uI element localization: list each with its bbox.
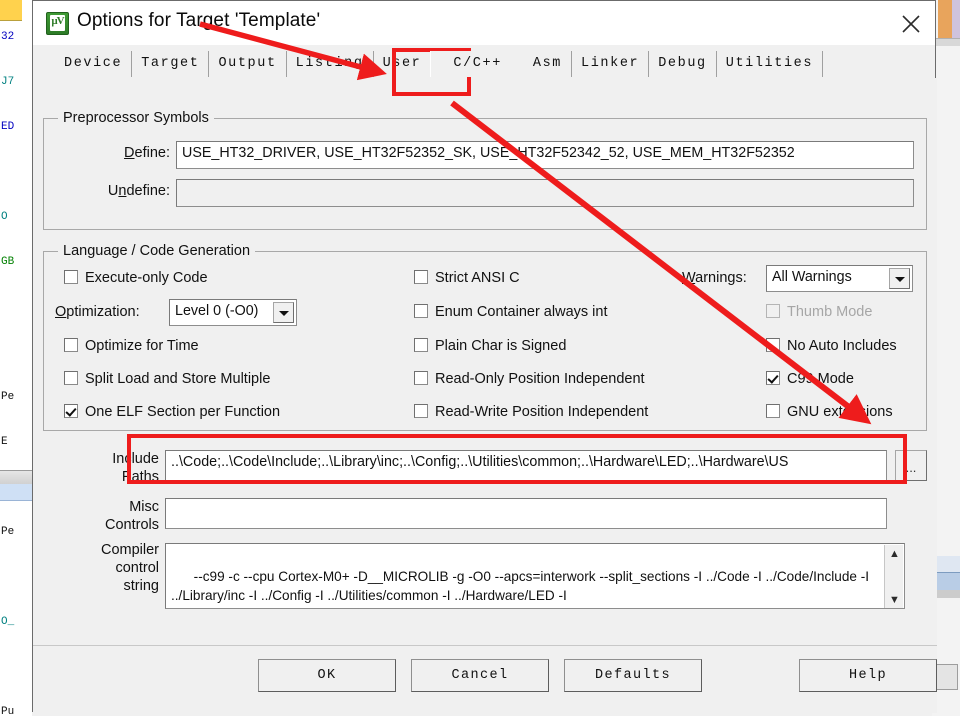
dialog-title: Options for Target 'Template' bbox=[77, 10, 321, 31]
checkbox-box bbox=[766, 338, 780, 352]
chevron-down-icon[interactable] bbox=[273, 302, 294, 323]
checkbox-read-only-position-independent[interactable]: Read-Only Position Independent bbox=[414, 371, 645, 387]
checkbox-label: No Auto Includes bbox=[787, 338, 897, 354]
tab-device[interactable]: Device bbox=[55, 51, 133, 77]
tab-user[interactable]: User bbox=[373, 51, 431, 77]
cancel-button[interactable]: Cancel bbox=[411, 659, 549, 692]
compiler-string-scrollbar[interactable]: ▲ ▼ bbox=[884, 545, 904, 608]
misc-controls-label: Misc Controls bbox=[105, 499, 159, 533]
optimization-label: Optimization: bbox=[55, 304, 140, 320]
checkbox-execute-only-code[interactable]: Execute-only Code bbox=[64, 270, 208, 286]
checkbox-label: Optimize for Time bbox=[85, 338, 199, 354]
preprocessor-symbols-group: Preprocessor Symbols Define: USE_HT32_DR… bbox=[43, 110, 927, 230]
checkbox-box bbox=[766, 371, 780, 385]
checkbox-label: C99 Mode bbox=[787, 371, 854, 387]
checkbox-label: Execute-only Code bbox=[85, 270, 208, 286]
checkbox-one-elf-section-per-function[interactable]: One ELF Section per Function bbox=[64, 404, 280, 420]
checkbox-label: GNU extensions bbox=[787, 404, 893, 420]
checkbox-strict-ansi-c[interactable]: Strict ANSI C bbox=[414, 270, 520, 286]
warnings-value: All Warnings bbox=[772, 269, 852, 285]
dialog-title-bar: µV Options for Target 'Template' bbox=[33, 1, 935, 46]
checkbox-no-auto-includes[interactable]: No Auto Includes bbox=[766, 338, 897, 354]
checkbox-label: Thumb Mode bbox=[787, 304, 873, 320]
ok-button[interactable]: OK bbox=[258, 659, 396, 692]
warnings-dropdown[interactable]: All Warnings bbox=[766, 265, 913, 292]
tab-target[interactable]: Target bbox=[132, 51, 210, 77]
checkbox-c99-mode[interactable]: C99 Mode bbox=[766, 371, 854, 387]
compiler-control-string-textarea[interactable]: --c99 -c --cpu Cortex-M0+ -D__MICROLIB -… bbox=[165, 543, 905, 609]
include-paths-browse-button[interactable]: ... bbox=[895, 450, 927, 481]
ide-toolbar-swatch-2 bbox=[952, 0, 960, 38]
preprocessor-legend: Preprocessor Symbols bbox=[58, 110, 214, 126]
define-label: Define: bbox=[124, 145, 170, 161]
help-button[interactable]: Help bbox=[799, 659, 937, 692]
checkbox-read-write-position-independent[interactable]: Read-Write Position Independent bbox=[414, 404, 648, 420]
tab-c-cpp[interactable]: C/C++ bbox=[430, 51, 524, 77]
checkbox-box bbox=[414, 304, 428, 318]
checkbox-label: Enum Container always int bbox=[435, 304, 608, 320]
tab-listing[interactable]: Listing bbox=[286, 51, 374, 77]
chevron-down-icon[interactable] bbox=[889, 268, 910, 289]
editor-selected-row bbox=[0, 484, 32, 501]
checkbox-label: Plain Char is Signed bbox=[435, 338, 567, 354]
checkbox-plain-char-is-signed[interactable]: Plain Char is Signed bbox=[414, 338, 566, 354]
warnings-label: Warnings: bbox=[682, 270, 747, 286]
code-editor-background: 32 J7 ED O GB Pe E CB Pe O_ Pu Dr Dr bbox=[0, 0, 32, 716]
compiler-control-string-value: --c99 -c --cpu Cortex-M0+ -D__MICROLIB -… bbox=[171, 569, 873, 603]
checkbox-label: One ELF Section per Function bbox=[85, 404, 281, 420]
tab-utilities[interactable]: Utilities bbox=[716, 51, 824, 77]
options-dialog: µV Options for Target 'Template' Device … bbox=[32, 0, 937, 713]
editor-tab-strip bbox=[0, 0, 22, 21]
checkbox-box bbox=[414, 371, 428, 385]
chevron-down-icon[interactable]: ▼ bbox=[885, 591, 904, 608]
ide-divider bbox=[932, 38, 960, 46]
optimization-dropdown[interactable]: Level 0 (-O0) bbox=[169, 299, 297, 326]
checkbox-box bbox=[414, 338, 428, 352]
keil-uvision-icon: µV bbox=[46, 12, 69, 35]
include-paths-label: Include Paths bbox=[112, 451, 159, 485]
checkbox-optimize-for-time[interactable]: Optimize for Time bbox=[64, 338, 199, 354]
checkbox-box bbox=[414, 270, 428, 284]
close-icon bbox=[902, 15, 920, 33]
c-cpp-panel: Preprocessor Symbols Define: USE_HT32_DR… bbox=[33, 78, 937, 645]
checkbox-label: Split Load and Store Multiple bbox=[85, 371, 271, 387]
checkbox-box bbox=[64, 371, 78, 385]
define-input[interactable]: USE_HT32_DRIVER, USE_HT32F52352_SK, USE_… bbox=[176, 141, 914, 169]
checkbox-box bbox=[766, 404, 780, 418]
tab-debug[interactable]: Debug bbox=[649, 51, 717, 77]
include-paths-input[interactable]: ..\Code;..\Code\Include;..\Library\inc;.… bbox=[165, 450, 887, 481]
tab-output[interactable]: Output bbox=[209, 51, 287, 77]
dialog-footer: OK Cancel Defaults Help bbox=[33, 645, 937, 713]
checkbox-box bbox=[766, 304, 780, 318]
undefine-input[interactable] bbox=[176, 179, 914, 207]
language-code-generation-group: Language / Code Generation Execute-only … bbox=[43, 243, 927, 431]
misc-controls-input[interactable] bbox=[165, 498, 887, 529]
tab-asm[interactable]: Asm bbox=[523, 51, 573, 77]
checkbox-box bbox=[64, 404, 78, 418]
undefine-label: Undefine: bbox=[107, 183, 170, 199]
checkbox-box bbox=[64, 338, 78, 352]
checkbox-enum-container-always-int[interactable]: Enum Container always int bbox=[414, 304, 607, 320]
optimization-value: Level 0 (-O0) bbox=[175, 303, 259, 319]
checkbox-gnu-extensions[interactable]: GNU extensions bbox=[766, 404, 893, 420]
checkbox-label: Strict ANSI C bbox=[435, 270, 520, 286]
defaults-button[interactable]: Defaults bbox=[564, 659, 702, 692]
checkbox-label: Read-Write Position Independent bbox=[435, 404, 649, 420]
checkbox-box bbox=[64, 270, 78, 284]
close-button[interactable] bbox=[887, 1, 935, 44]
checkbox-split-load-store-multiple[interactable]: Split Load and Store Multiple bbox=[64, 371, 270, 387]
tab-bar: Device Target Output Listing User C/C++ … bbox=[33, 45, 935, 78]
checkbox-label: Read-Only Position Independent bbox=[435, 371, 645, 387]
compiler-control-string-label: Compiler control string bbox=[100, 542, 159, 594]
language-legend: Language / Code Generation bbox=[58, 243, 256, 259]
tab-linker[interactable]: Linker bbox=[572, 51, 650, 77]
checkbox-box bbox=[414, 404, 428, 418]
chevron-up-icon[interactable]: ▲ bbox=[885, 545, 904, 563]
checkbox-thumb-mode: Thumb Mode bbox=[766, 304, 872, 320]
